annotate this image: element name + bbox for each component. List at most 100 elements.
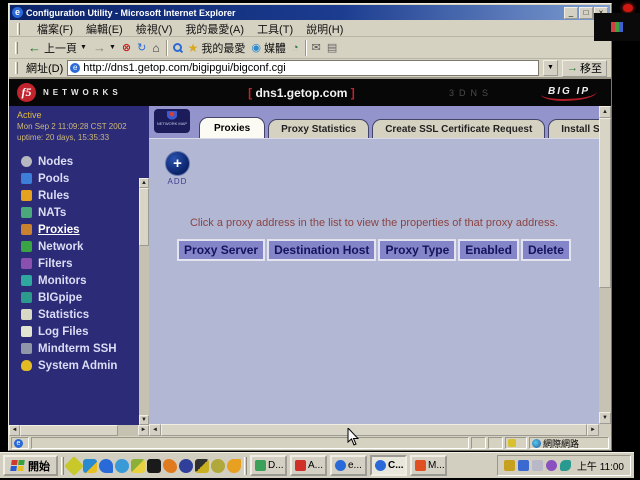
pools-icon <box>21 173 32 184</box>
forward-dropdown-icon[interactable]: ▼ <box>109 44 116 51</box>
tab-proxy-statistics[interactable]: Proxy Statistics <box>268 119 369 138</box>
status-cell <box>488 437 503 449</box>
quick-launch-icon-11[interactable] <box>227 459 241 473</box>
menu-edit[interactable]: 編輯(E) <box>86 21 123 37</box>
task-icon <box>255 460 266 471</box>
taskbar-window-3[interactable]: e... <box>330 455 367 476</box>
print-icon[interactable]: ▤ <box>327 41 337 54</box>
column-header-proxy-server[interactable]: Proxy Server <box>177 239 265 261</box>
system-tray: 上午 11:00 <box>497 455 631 476</box>
scrollbar-thumb[interactable] <box>599 118 611 288</box>
go-button[interactable]: → 移至 <box>562 60 607 77</box>
column-header-proxy-type[interactable]: Proxy Type <box>378 239 456 261</box>
address-input[interactable]: e http://dns1.getop.com/bigipgui/bigconf… <box>67 60 539 76</box>
menu-file[interactable]: 檔案(F) <box>37 21 73 37</box>
sidebar-item-mindterm-ssh[interactable]: Mindterm SSH <box>9 340 149 357</box>
scrollbar-thumb[interactable] <box>139 188 149 246</box>
sidebar-vertical-scrollbar[interactable]: ▲ ▼ <box>139 178 149 425</box>
mail-icon[interactable]: ✉ <box>312 41 321 54</box>
quick-launch-icon-3[interactable] <box>99 459 113 473</box>
maximize-button[interactable]: □ <box>579 7 593 19</box>
quick-launch-icon-8[interactable] <box>179 459 193 473</box>
add-proxy-button[interactable]: + ADD <box>165 151 190 186</box>
quick-launch-icon-9[interactable] <box>195 459 209 473</box>
back-dropdown-icon[interactable]: ▼ <box>80 44 87 51</box>
taskbar-window-4-active[interactable]: C... <box>370 455 407 476</box>
home-icon[interactable]: ⌂ <box>152 41 159 55</box>
sidebar-item-proxies[interactable]: Proxies <box>9 221 149 238</box>
quick-launch-icon-10[interactable] <box>211 459 225 473</box>
tray-icon-1[interactable] <box>504 460 515 471</box>
windows-logo-icon <box>10 460 25 471</box>
menu-view[interactable]: 檢視(V) <box>136 21 173 37</box>
nats-icon <box>21 207 32 218</box>
tab-create-ssl-certificate-request[interactable]: Create SSL Certificate Request <box>372 119 545 138</box>
title-bar[interactable]: e Configuration Utility - Microsoft Inte… <box>10 5 610 20</box>
tray-icon-4[interactable] <box>546 460 557 471</box>
address-dropdown-icon[interactable]: ▼ <box>543 60 558 76</box>
quick-launch-icon-1[interactable] <box>64 456 84 476</box>
quick-launch-icon-7[interactable] <box>163 459 177 473</box>
toolbar-grip <box>17 23 20 35</box>
network-map-button[interactable]: NETWORK MAP <box>154 109 190 133</box>
menu-help[interactable]: 說明(H) <box>306 21 343 37</box>
sidebar-item-log-files[interactable]: Log Files <box>9 323 149 340</box>
column-header-enabled[interactable]: Enabled <box>458 239 519 261</box>
column-header-delete[interactable]: Delete <box>521 239 571 261</box>
search-icon[interactable] <box>173 43 182 52</box>
quick-launch-icon-5[interactable] <box>131 459 145 473</box>
back-icon: ← <box>28 40 41 55</box>
sidebar-item-network[interactable]: Network <box>9 238 149 255</box>
stop-icon[interactable]: ⊗ <box>122 41 131 54</box>
tray-icon-3[interactable] <box>532 460 543 471</box>
scroll-left-icon[interactable]: ◄ <box>149 424 161 436</box>
refresh-icon[interactable]: ↻ <box>137 41 146 54</box>
scrollbar-thumb[interactable] <box>161 424 587 436</box>
sidebar-item-nodes[interactable]: Nodes <box>9 153 149 170</box>
scroll-right-icon[interactable]: ► <box>587 424 599 436</box>
mindterm-ssh-icon <box>21 343 32 354</box>
sidebar-item-statistics[interactable]: Statistics <box>9 306 149 323</box>
quick-launch-icon-4[interactable] <box>115 459 129 473</box>
menu-tools[interactable]: 工具(T) <box>257 21 293 37</box>
scroll-down-icon[interactable]: ▼ <box>139 415 149 425</box>
sidebar-item-monitors[interactable]: Monitors <box>9 272 149 289</box>
sidebar-item-rules[interactable]: Rules <box>9 187 149 204</box>
f5-brand: NETWORKS <box>43 88 122 97</box>
sidebar-item-system-admin[interactable]: System Admin <box>9 357 149 374</box>
mouse-cursor <box>347 428 359 446</box>
quick-launch-icon-6[interactable] <box>147 459 161 473</box>
scroll-left-icon[interactable]: ◄ <box>9 425 20 436</box>
system-admin-icon <box>21 360 32 371</box>
main-vertical-scrollbar[interactable]: ▲ ▼ <box>599 106 611 436</box>
back-button[interactable]: ← 上一頁 ▼ <box>28 40 87 56</box>
sidebar-horizontal-scrollbar[interactable]: ◄ ► <box>9 425 149 436</box>
taskbar-window-2[interactable]: A... <box>290 455 327 476</box>
sidebar-item-bigpipe[interactable]: BIGpipe <box>9 289 149 306</box>
scroll-down-icon[interactable]: ▼ <box>599 412 611 424</box>
forward-button[interactable]: → ▼ <box>93 40 116 55</box>
tab-install-ssl-certificate[interactable]: Install SSL Certif <box>548 119 599 138</box>
main-horizontal-scrollbar[interactable]: ◄ ► <box>149 424 599 436</box>
scroll-right-icon[interactable]: ► <box>138 425 149 436</box>
sidebar-item-nats[interactable]: NATs <box>9 204 149 221</box>
scroll-up-icon[interactable]: ▲ <box>599 106 611 118</box>
proxies-icon <box>21 224 32 235</box>
sidebar-item-pools[interactable]: Pools <box>9 170 149 187</box>
media-button[interactable]: ◉ 媒體 <box>251 40 286 56</box>
taskbar-window-1[interactable]: D... <box>250 455 287 476</box>
quick-launch-icon-2[interactable] <box>83 459 97 473</box>
column-header-destination-host[interactable]: Destination Host <box>267 239 376 261</box>
start-button[interactable]: 開始 <box>3 455 58 476</box>
menu-favorites[interactable]: 我的最愛(A) <box>185 21 244 37</box>
scrollbar-thumb[interactable] <box>20 425 118 436</box>
favorites-button[interactable]: ★ 我的最愛 <box>188 40 246 56</box>
minimize-button[interactable]: _ <box>564 7 578 19</box>
scroll-up-icon[interactable]: ▲ <box>139 178 149 188</box>
tray-icon-2[interactable] <box>518 460 529 471</box>
tab-proxies[interactable]: Proxies <box>199 117 265 138</box>
sidebar-item-filters[interactable]: Filters <box>9 255 149 272</box>
taskbar-window-5[interactable]: M... <box>410 455 447 476</box>
tray-icon-5[interactable] <box>560 460 571 471</box>
history-icon[interactable]: ◔ <box>292 42 299 54</box>
